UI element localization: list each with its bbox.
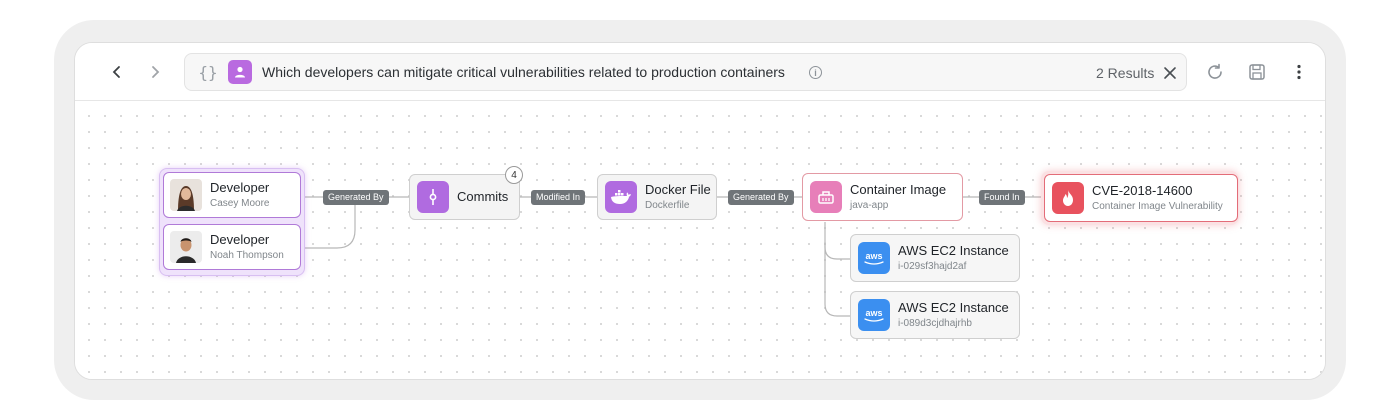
refresh-button[interactable]	[1203, 60, 1227, 84]
aws-badge-text: aws	[865, 308, 882, 318]
edge-label-found-in: Found In	[979, 190, 1025, 205]
node-title: CVE-2018-14600	[1092, 182, 1193, 198]
node-subtitle: Dockerfile	[645, 199, 690, 211]
refresh-icon	[1208, 63, 1222, 79]
aws-ec2-node-1[interactable]: aws AWS EC2 Instance i-029sf3hajd2af	[850, 234, 1020, 282]
clear-search-button[interactable]	[1160, 63, 1180, 83]
node-title: Container Image	[850, 181, 947, 197]
braces-icon[interactable]: {}	[196, 60, 220, 84]
results-count: 2 Results	[1096, 65, 1155, 81]
edge-label-modified-in: Modified In	[531, 190, 586, 205]
node-title: Developer	[210, 179, 270, 195]
node-subtitle: i-089d3cjdhajrhb	[898, 317, 972, 329]
commits-node[interactable]: Commits	[409, 174, 520, 220]
flame-icon	[1052, 182, 1084, 214]
save-icon	[1249, 64, 1265, 80]
more-vertical-icon	[1297, 64, 1301, 80]
commits-count-badge: 4	[505, 166, 523, 184]
info-icon[interactable]: i	[809, 66, 822, 79]
node-subtitle: java-app	[850, 199, 889, 211]
edge-label-generated-by: Generated By	[323, 190, 389, 205]
chevron-right-icon	[152, 66, 160, 78]
chevron-left-icon	[112, 66, 120, 78]
node-title: Commits	[457, 189, 509, 204]
container-box-icon	[810, 181, 842, 213]
node-subtitle: Noah Thompson	[210, 249, 284, 261]
commit-icon	[417, 181, 449, 213]
cve-node[interactable]: CVE-2018-14600 Container Image Vulnerabi…	[1044, 174, 1238, 222]
edge-label-generated-by: Generated By	[728, 190, 794, 205]
back-button[interactable]	[105, 60, 129, 84]
close-icon	[1164, 67, 1176, 79]
forward-button[interactable]	[143, 60, 167, 84]
container-image-node[interactable]: Container Image java-app	[802, 173, 963, 221]
node-subtitle: Container Image Vulnerability	[1092, 200, 1223, 212]
aws-badge-text: aws	[865, 251, 882, 261]
node-subtitle: Casey Moore	[210, 197, 270, 209]
avatar	[170, 231, 202, 263]
node-title: Developer	[210, 231, 270, 247]
search-query[interactable]: Which developers can mitigate critical v…	[262, 64, 785, 80]
aws-ec2-node-2[interactable]: aws AWS EC2 Instance i-089d3cjdhajrhb	[850, 291, 1020, 339]
docker-icon	[605, 181, 637, 213]
developer-node-2[interactable]: Developer Noah Thompson	[163, 224, 301, 270]
node-subtitle: i-029sf3hajd2af	[898, 260, 967, 272]
save-button[interactable]	[1245, 60, 1269, 84]
node-title: AWS EC2 Instance	[898, 299, 1009, 315]
more-options-button[interactable]	[1287, 60, 1311, 84]
user-icon	[228, 60, 252, 84]
dockerfile-node[interactable]: Docker File Dockerfile	[597, 174, 717, 220]
aws-icon: aws	[858, 242, 890, 274]
aws-icon: aws	[858, 299, 890, 331]
toolbar: {} Which developers can mitigate critica…	[75, 43, 1325, 101]
node-title: Docker File	[645, 181, 711, 197]
query-graph-panel: {} Which developers can mitigate critica…	[74, 42, 1326, 380]
avatar	[170, 179, 202, 211]
search-bar[interactable]: {} Which developers can mitigate critica…	[184, 53, 1187, 91]
graph-canvas[interactable]: Developer Casey Moore Developer Noah Tho…	[75, 102, 1325, 379]
developer-node-1[interactable]: Developer Casey Moore	[163, 172, 301, 218]
node-title: AWS EC2 Instance	[898, 242, 1009, 258]
